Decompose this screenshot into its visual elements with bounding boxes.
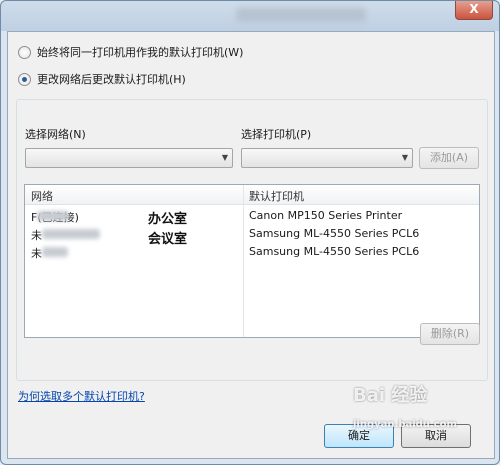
select-printer-label: 选择打印机(P) (241, 128, 312, 141)
chevron-down-icon: ▼ (401, 153, 408, 162)
add-button[interactable]: 添加(A) (419, 147, 479, 169)
dialog-content: 始终将同一打印机用作我的默认打印机(W) 更改网络后更改默认打印机(H) 选择网… (7, 31, 495, 459)
dialog-window: X 始终将同一打印机用作我的默认打印机(W) 更改网络后更改默认打印机(H) 选… (0, 0, 500, 465)
table-row[interactable]: F(已连接) Canon MP150 Series Printer (25, 207, 479, 225)
redacted-text (42, 229, 100, 239)
row-network: 未 (31, 227, 100, 243)
row-network: F(已连接) (31, 209, 79, 225)
network-name: 未 (31, 229, 42, 242)
chevron-down-icon: ▼ (221, 153, 228, 162)
option-same-printer-label: 始终将同一打印机用作我的默认打印机(W) (37, 46, 244, 59)
column-header-printer[interactable]: 默认打印机 (249, 188, 304, 204)
printer-select[interactable]: ▼ (241, 148, 413, 168)
title-bar[interactable]: X (1, 1, 499, 31)
list-header: 网络 默认打印机 (25, 185, 479, 205)
row-printer: Canon MP150 Series Printer (249, 209, 403, 222)
row-network: 未 (31, 245, 68, 261)
help-link[interactable]: 为何选取多个默认打印机? (18, 388, 145, 404)
network-name: 未 (31, 247, 42, 260)
annotation-office: 办公室 (148, 212, 188, 227)
close-button[interactable]: X (455, 1, 493, 20)
option-same-printer[interactable]: 始终将同一打印机用作我的默认打印机(W) (18, 44, 243, 60)
ok-button[interactable]: 确定 (324, 424, 394, 448)
radio-same-printer[interactable] (18, 45, 31, 59)
radio-change-printer[interactable] (18, 72, 31, 86)
cancel-button[interactable]: 取消 (401, 424, 471, 448)
redacted-text (37, 211, 70, 221)
annotation-meeting-room: 会议室 (148, 232, 188, 247)
window-title-blurred (236, 8, 366, 22)
option-change-printer[interactable]: 更改网络后更改默认打印机(H) (18, 71, 186, 87)
column-header-network[interactable]: 网络 (31, 188, 53, 204)
network-printer-list[interactable]: 网络 默认打印机 F(已连接) Canon MP150 Series Print… (24, 184, 480, 338)
option-change-printer-label: 更改网络后更改默认打印机(H) (37, 73, 186, 86)
network-select[interactable]: ▼ (25, 148, 233, 168)
table-row[interactable]: 未 Samsung ML-4550 Series PCL6 (25, 243, 479, 261)
select-network-label: 选择网络(N) (25, 128, 86, 141)
row-printer: Samsung ML-4550 Series PCL6 (249, 227, 420, 240)
row-printer: Samsung ML-4550 Series PCL6 (249, 245, 420, 258)
remove-button[interactable]: 删除(R) (420, 323, 480, 345)
table-row[interactable]: 未 Samsung ML-4550 Series PCL6 (25, 225, 479, 243)
redacted-text (42, 247, 68, 257)
